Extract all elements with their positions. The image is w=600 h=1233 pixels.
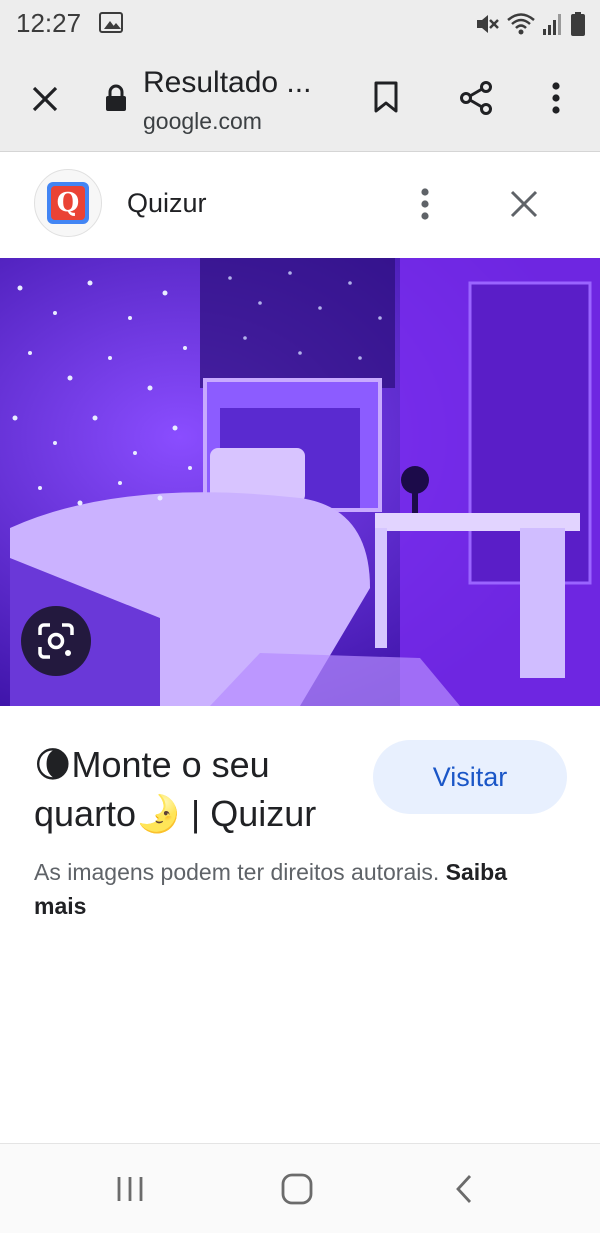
share-icon[interactable] <box>454 76 498 120</box>
close-icon[interactable] <box>504 184 544 224</box>
status-icons <box>474 9 586 37</box>
copyright-text: As imagens podem ter direitos autorais. <box>34 859 440 885</box>
close-icon[interactable] <box>24 78 66 120</box>
copyright-notice: As imagens podem ter direitos autorais. … <box>34 855 564 923</box>
page-url[interactable]: google.com <box>143 108 262 135</box>
result-title-line2: quarto🌛 | Quizur <box>34 793 317 834</box>
recent-apps-icon[interactable] <box>70 1144 190 1233</box>
system-nav-bar <box>0 1143 600 1233</box>
favicon-letter: Q <box>51 186 85 220</box>
page-title[interactable]: Resultado ... <box>143 66 311 100</box>
status-time: 12:27 <box>16 8 82 38</box>
result-image[interactable] <box>0 258 600 706</box>
status-bar: 12:27 <box>0 0 600 48</box>
quizur-logo-icon: Q <box>47 182 89 224</box>
source-favicon[interactable]: Q <box>34 169 102 237</box>
gallery-icon <box>99 12 123 33</box>
lens-icon <box>38 623 74 659</box>
battery-icon <box>571 12 585 36</box>
back-icon[interactable] <box>404 1144 524 1233</box>
bookmark-icon[interactable] <box>366 76 406 118</box>
wifi-icon <box>507 13 535 35</box>
lens-button[interactable] <box>21 606 91 676</box>
result-title-line1: 🌘Monte o seu <box>34 744 270 785</box>
result-title[interactable]: 🌘Monte o seu quarto🌛 | Quizur <box>34 740 364 838</box>
source-header: Q Quizur <box>0 152 600 258</box>
browser-toolbar: Resultado ... google.com <box>0 48 600 152</box>
more-vert-icon[interactable] <box>540 76 572 120</box>
more-vert-icon[interactable] <box>410 184 440 224</box>
mute-icon <box>477 15 499 33</box>
signal-icon <box>543 14 561 35</box>
home-icon[interactable] <box>237 1144 357 1233</box>
lock-icon[interactable] <box>103 82 129 114</box>
visit-button[interactable]: Visitar <box>373 740 567 814</box>
source-name[interactable]: Quizur <box>127 188 207 219</box>
